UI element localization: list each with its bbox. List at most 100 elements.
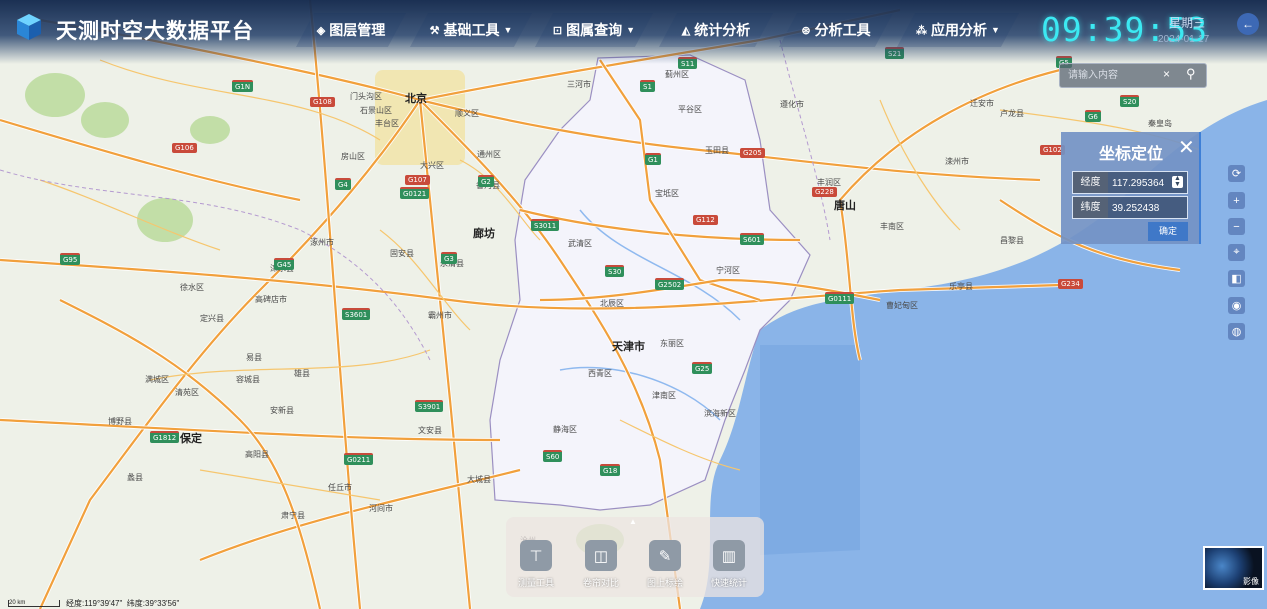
- date-label: 2024-01-17: [1158, 34, 1210, 45]
- app-icon: ⁂: [916, 24, 928, 37]
- cursor-coordinates: 经度:119°39'47" 纬度:39°33'56": [66, 598, 179, 609]
- map-place-label: 丰台区: [375, 119, 399, 128]
- close-icon[interactable]: ×: [1163, 67, 1170, 81]
- map-place-label: 大兴区: [420, 161, 444, 170]
- map-place-label: 廊坊: [473, 227, 495, 240]
- longitude-input[interactable]: [1110, 173, 1174, 193]
- close-icon[interactable]: ✕: [1178, 135, 1195, 160]
- nav-label: 统计分析: [694, 22, 751, 38]
- stepper-icon[interactable]: ▲ ▼: [1172, 175, 1183, 188]
- park-area: [25, 73, 85, 117]
- map-place-label: 满城区: [145, 375, 169, 384]
- highway-road: [59, 299, 322, 609]
- latitude-row: 纬度: [1072, 196, 1188, 219]
- road-shield: G1812: [150, 431, 180, 443]
- split-view-icon[interactable]: ◧: [1228, 270, 1245, 287]
- search-icon[interactable]: ⚲: [1186, 66, 1196, 82]
- park-area: [81, 102, 129, 138]
- weekday-label: 星期三: [1169, 16, 1206, 30]
- map-place-label: 北辰区: [600, 299, 624, 308]
- compare-icon: ◫: [585, 540, 617, 571]
- latitude-input[interactable]: [1110, 198, 1174, 218]
- dock-label: 图上标绘: [646, 578, 683, 588]
- map-place-label: 顺义区: [455, 109, 479, 118]
- road-shield: S3011: [531, 219, 560, 231]
- map-place-label: 容城县: [236, 375, 260, 384]
- road-shield: S30: [605, 265, 625, 277]
- locate-icon[interactable]: ⌖: [1228, 244, 1245, 261]
- road-shield: G2: [478, 175, 494, 187]
- map-place-label: 蠡县: [127, 473, 143, 482]
- zoom-out-icon[interactable]: −: [1228, 218, 1245, 235]
- nav-label: 图属查询: [566, 22, 623, 38]
- basemap-label: 影像: [1243, 577, 1259, 586]
- map-place-label: 玉田县: [705, 146, 729, 155]
- back-arrow-icon[interactable]: ←: [1237, 13, 1259, 35]
- quick-stats-button[interactable]: ▥ 快速统计: [699, 540, 759, 589]
- map-place-label: 保定: [180, 432, 202, 445]
- stats-icon: ◭: [681, 24, 691, 37]
- map-place-label: 高阳县: [245, 450, 269, 459]
- map-place-label: 文安县: [418, 426, 442, 435]
- chevron-down-icon: ▼: [626, 25, 636, 35]
- nav-layer-management[interactable]: ◈ 图层管理: [305, 13, 397, 47]
- zoom-in-icon[interactable]: +: [1228, 192, 1245, 209]
- map-place-label: 涿州市: [310, 238, 334, 247]
- nav-application-analysis[interactable]: ⁂ 应用分析 ▼: [906, 13, 1010, 47]
- road-shield: G0111: [825, 292, 855, 304]
- road-shield: G107: [405, 175, 430, 185]
- road-shield: G45: [274, 258, 295, 270]
- chart-icon: ▥: [713, 540, 745, 571]
- road-shield: G95: [60, 253, 81, 265]
- map-place-label: 卢龙县: [1000, 109, 1024, 118]
- nav-label: 分析工具: [814, 22, 871, 38]
- map-place-label: 高碑店市: [255, 295, 287, 304]
- map-place-label: 肃宁县: [281, 511, 305, 520]
- latitude-label: 纬度: [1073, 197, 1108, 218]
- road-shield: G108: [310, 97, 335, 107]
- nav-basic-tools[interactable]: ⚒ 基础工具 ▼: [419, 13, 523, 47]
- map-place-label: 曹妃甸区: [886, 301, 918, 310]
- map-draw-button[interactable]: ✎ 图上标绘: [635, 540, 695, 589]
- map-place-label: 大城县: [467, 475, 491, 484]
- road-shield: G1N: [232, 80, 254, 92]
- swipe-compare-button[interactable]: ◫ 卷帘对比: [571, 540, 631, 589]
- measure-tool-button[interactable]: ⊤ 测量工具: [506, 540, 566, 589]
- tools-icon: ⚒: [429, 24, 440, 37]
- nav-attribute-query[interactable]: ⊡ 图属查询 ▼: [544, 13, 644, 47]
- map-place-label: 滨海新区: [704, 409, 736, 418]
- road-shield: S3601: [342, 308, 371, 320]
- globe-icon[interactable]: ◍: [1228, 323, 1245, 340]
- road-casing: [59, 298, 322, 609]
- refresh-icon[interactable]: ⟳: [1228, 165, 1245, 182]
- eye-icon[interactable]: ◉: [1228, 297, 1245, 314]
- bottom-toolbar: ⊤ 测量工具 ◫ 卷帘对比 ✎ 图上标绘 ▥ 快速统计: [506, 517, 764, 597]
- chevron-up-icon[interactable]: ▲: [624, 517, 642, 527]
- map-place-label: 任丘市: [328, 483, 352, 492]
- search-input[interactable]: [1066, 66, 1160, 85]
- road-casing: [0, 118, 301, 202]
- map-place-label: 雄县: [294, 369, 310, 378]
- road-shield: G0121: [400, 187, 430, 199]
- map-place-label: 门头沟区: [350, 92, 382, 101]
- map-place-label: 安新县: [270, 406, 294, 415]
- map-place-label: 唐山: [834, 199, 856, 212]
- confirm-button[interactable]: 确定: [1148, 222, 1188, 241]
- road-shield: G106: [172, 143, 197, 153]
- nav-statistics[interactable]: ◭ 统计分析: [668, 13, 764, 47]
- nav-analysis-tools[interactable]: ⊛ 分析工具: [788, 13, 884, 47]
- map-place-label: 乐亭县: [949, 282, 973, 291]
- basemap-switcher[interactable]: 影像: [1203, 546, 1264, 590]
- map-place-label: 秦皇岛: [1148, 119, 1172, 128]
- dock-label: 快速统计: [710, 578, 747, 588]
- map-place-label: 平谷区: [678, 105, 702, 114]
- draw-icon: ✎: [649, 540, 681, 571]
- ruler-icon: ⊤: [520, 540, 552, 571]
- map-place-label: 东丽区: [660, 339, 684, 348]
- road-shield: S3901: [415, 400, 444, 412]
- layer-icon: ◈: [316, 24, 326, 37]
- park-area: [137, 198, 193, 242]
- map-place-label: 静海区: [553, 425, 577, 434]
- map-place-label: 蓟州区: [665, 70, 689, 79]
- road-shield: G25: [692, 362, 713, 374]
